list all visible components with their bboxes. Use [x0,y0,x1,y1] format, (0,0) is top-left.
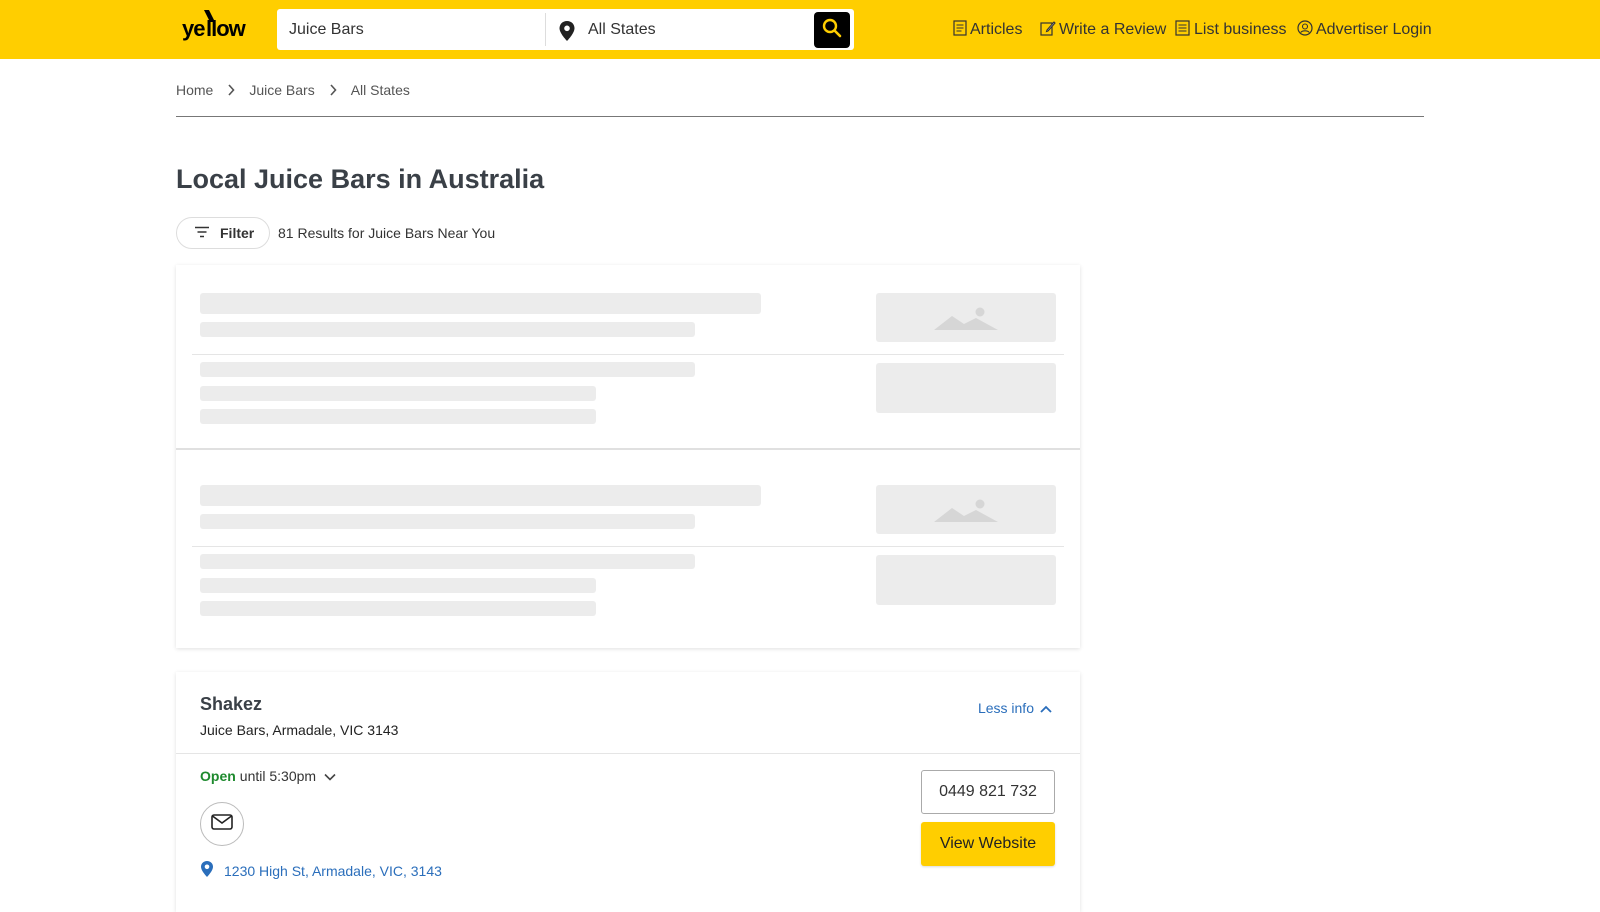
filter-button[interactable]: Filter [176,217,270,249]
address-link[interactable]: 1230 High St, Armadale, VIC, 3143 [200,860,442,881]
skeleton-bar [200,485,761,506]
nav-advertiser-login[interactable]: Advertiser Login [1297,19,1432,41]
svg-text:ye: ye [182,16,205,41]
nav-list-business-label: List business [1194,21,1287,38]
skeleton-bar [200,514,695,529]
address-text: 1230 High St, Armadale, VIC, 3143 [224,862,442,879]
business-category-location: Juice Bars, Armadale, VIC 3143 [200,722,399,738]
list-business-icon [1175,19,1194,41]
location-pin-icon [200,860,224,881]
page-title: Local Juice Bars in Australia [176,164,545,194]
breadcrumb-home[interactable]: Home [176,82,213,98]
search-divider [545,13,546,46]
listing-divider [176,753,1080,754]
less-info-toggle[interactable]: Less info [978,700,1052,716]
edit-icon [1040,20,1059,41]
nav-articles[interactable]: Articles [953,19,1023,41]
user-icon [1297,19,1316,41]
chevron-down-icon [316,768,336,784]
site-header: ye llow Articles Write a Review Lis [0,0,1600,59]
breadcrumb-divider [176,116,1424,117]
view-website-button[interactable]: View Website [921,822,1055,866]
filter-icon [194,225,220,241]
nav-write-review-label: Write a Review [1059,21,1167,38]
image-placeholder-icon [876,485,1056,534]
nav-advertiser-login-label: Advertiser Login [1316,21,1432,38]
search-what-input[interactable] [289,9,539,50]
opening-hours-toggle[interactable]: Open until 5:30pm [200,768,336,784]
image-placeholder-icon [876,293,1056,342]
nav-write-review[interactable]: Write a Review [1040,20,1167,41]
nav-list-business[interactable]: List business [1175,19,1287,41]
business-name[interactable]: Shakez [200,694,262,715]
skeleton-divider [192,546,1064,547]
skeleton-bar [200,554,695,569]
chevron-up-icon [1034,700,1052,716]
breadcrumb-juice-bars[interactable]: Juice Bars [249,82,314,98]
chevron-right-icon [329,84,337,96]
listing-card: Shakez Juice Bars, Armadale, VIC 3143 Le… [176,672,1080,912]
less-info-label: Less info [977,700,1034,716]
location-pin-icon [558,20,576,42]
open-hours: until 5:30pm [239,768,317,784]
phone-button[interactable]: 0449 821 732 [921,770,1055,814]
chevron-right-icon [227,84,235,96]
filter-label: Filter [220,225,255,241]
search-icon [822,18,842,43]
nav-articles-label: Articles [970,21,1023,38]
search-button[interactable] [814,12,850,48]
skeleton-separator [176,448,1080,450]
skeleton-bar [200,409,596,424]
skeleton-divider [192,354,1064,355]
skeleton-block [876,363,1056,413]
yellow-logo[interactable]: ye llow [182,8,254,42]
skeleton-bar [200,601,596,616]
breadcrumb-all-states[interactable]: All States [351,82,410,98]
skeleton-bar [200,293,761,314]
articles-icon [953,19,970,41]
skeleton-block [876,555,1056,605]
search-bar [277,9,854,50]
results-count: 81 Results for Juice Bars Near You [278,225,496,241]
email-button[interactable] [200,802,244,846]
skeleton-bar [200,386,596,401]
skeleton-bar [200,578,596,593]
skeleton-bar [200,322,695,337]
skeleton-bar [200,362,695,377]
breadcrumb: Home Juice Bars All States [176,80,410,100]
svg-text:llow: llow [206,16,247,41]
mail-icon [211,813,233,835]
loading-placeholder-card [176,265,1080,648]
search-where-input[interactable] [588,9,808,50]
open-status: Open [200,768,236,784]
